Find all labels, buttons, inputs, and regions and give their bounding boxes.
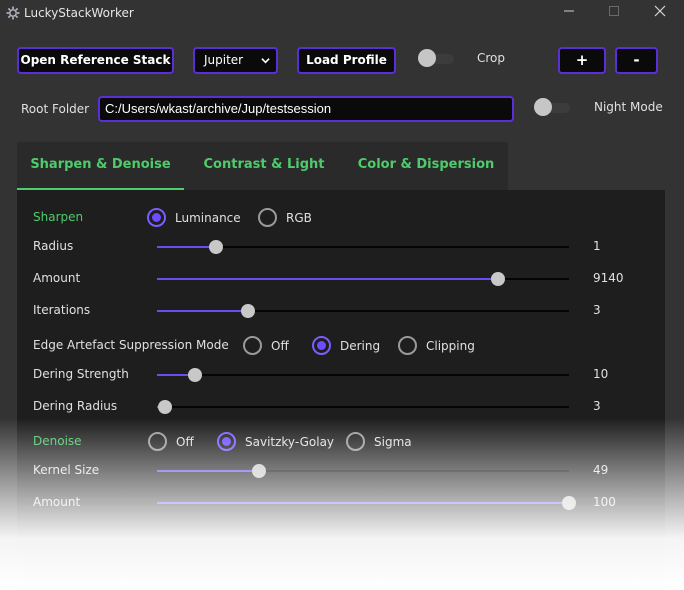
radius-value: 1 bbox=[593, 239, 601, 253]
minimize-button[interactable] bbox=[557, 4, 581, 22]
dering-radius-label: Dering Radius bbox=[33, 399, 118, 413]
radio-denoise-sigma[interactable] bbox=[346, 432, 365, 451]
tab-color-dispersion[interactable]: Color & Dispersion bbox=[344, 142, 508, 190]
tab-contrast-light[interactable]: Contrast & Light bbox=[184, 142, 344, 190]
planet-select-value: Jupiter bbox=[204, 53, 244, 67]
dering-strength-label: Dering Strength bbox=[33, 367, 129, 381]
plus-button[interactable]: + bbox=[558, 47, 606, 74]
sharpen-title: Sharpen bbox=[33, 210, 84, 224]
root-folder-label: Root Folder bbox=[21, 102, 90, 116]
denoise-title: Denoise bbox=[33, 434, 82, 448]
load-profile-button[interactable]: Load Profile bbox=[297, 47, 396, 74]
iterations-value: 3 bbox=[593, 303, 601, 317]
gear-icon bbox=[6, 6, 20, 20]
dering-strength-value: 10 bbox=[593, 367, 609, 381]
kernel-size-slider[interactable] bbox=[157, 464, 569, 478]
tab-sharpen-denoise[interactable]: Sharpen & Denoise bbox=[17, 142, 184, 190]
radius-slider[interactable] bbox=[157, 240, 569, 254]
radio-denoise-savitzky-golay-label: Savitzky-Golay bbox=[245, 435, 335, 449]
night-mode-toggle[interactable] bbox=[534, 98, 570, 116]
root-folder-input[interactable]: C:/Users/wkast/archive/Jup/testsession bbox=[98, 96, 514, 122]
radio-edge-off[interactable] bbox=[243, 336, 262, 355]
radio-luminance-label: Luminance bbox=[175, 211, 241, 225]
chevron-down-icon bbox=[261, 58, 270, 64]
dering-radius-slider[interactable] bbox=[157, 400, 569, 414]
dering-radius-value: 3 bbox=[593, 399, 601, 413]
iterations-label: Iterations bbox=[33, 303, 91, 317]
radio-edge-off-label: Off bbox=[271, 339, 289, 353]
planet-select[interactable]: Jupiter bbox=[193, 47, 278, 74]
amount-value: 9140 bbox=[593, 271, 624, 285]
kernel-size-label: Kernel Size bbox=[33, 463, 100, 477]
title-bar: LuckyStackWorker bbox=[0, 0, 684, 28]
amount-slider[interactable] bbox=[157, 272, 569, 286]
maximize-icon bbox=[609, 6, 619, 16]
maximize-button[interactable] bbox=[602, 4, 626, 22]
crop-label: Crop bbox=[477, 51, 506, 65]
radio-denoise-savitzky-golay[interactable] bbox=[217, 432, 236, 451]
close-icon bbox=[654, 5, 666, 17]
radius-label: Radius bbox=[33, 239, 74, 253]
radio-edge-clipping[interactable] bbox=[398, 336, 417, 355]
denoise-amount-value: 100 bbox=[593, 495, 616, 509]
radio-edge-clipping-label: Clipping bbox=[426, 339, 475, 353]
minimize-icon bbox=[564, 10, 574, 12]
radio-denoise-off-label: Off bbox=[176, 435, 194, 449]
denoise-amount-label: Amount bbox=[33, 495, 81, 509]
radio-denoise-sigma-label: Sigma bbox=[374, 435, 412, 449]
window-title: LuckyStackWorker bbox=[24, 6, 134, 20]
tab-bar: Sharpen & Denoise Contrast & Light Color… bbox=[17, 142, 508, 190]
dering-strength-slider[interactable] bbox=[157, 368, 569, 382]
kernel-size-value: 49 bbox=[593, 463, 609, 477]
crop-toggle[interactable] bbox=[418, 49, 454, 67]
radio-edge-dering-label: Dering bbox=[340, 339, 381, 353]
amount-label: Amount bbox=[33, 271, 81, 285]
app-window: LuckyStackWorker Open Reference Stack Ju… bbox=[0, 0, 684, 590]
radio-edge-dering[interactable] bbox=[312, 336, 331, 355]
radio-denoise-off[interactable] bbox=[148, 432, 167, 451]
edge-suppression-label: Edge Artefact Suppression Mode bbox=[33, 338, 229, 352]
minus-button[interactable]: - bbox=[615, 47, 658, 74]
open-reference-stack-button[interactable]: Open Reference Stack bbox=[17, 47, 174, 74]
denoise-amount-slider[interactable] bbox=[157, 496, 576, 510]
iterations-slider[interactable] bbox=[157, 304, 569, 318]
radio-rgb[interactable] bbox=[258, 208, 277, 227]
radio-rgb-label: RGB bbox=[286, 211, 312, 225]
night-mode-label: Night Mode bbox=[594, 100, 663, 114]
radio-luminance[interactable] bbox=[147, 208, 166, 227]
close-button[interactable] bbox=[648, 4, 672, 22]
